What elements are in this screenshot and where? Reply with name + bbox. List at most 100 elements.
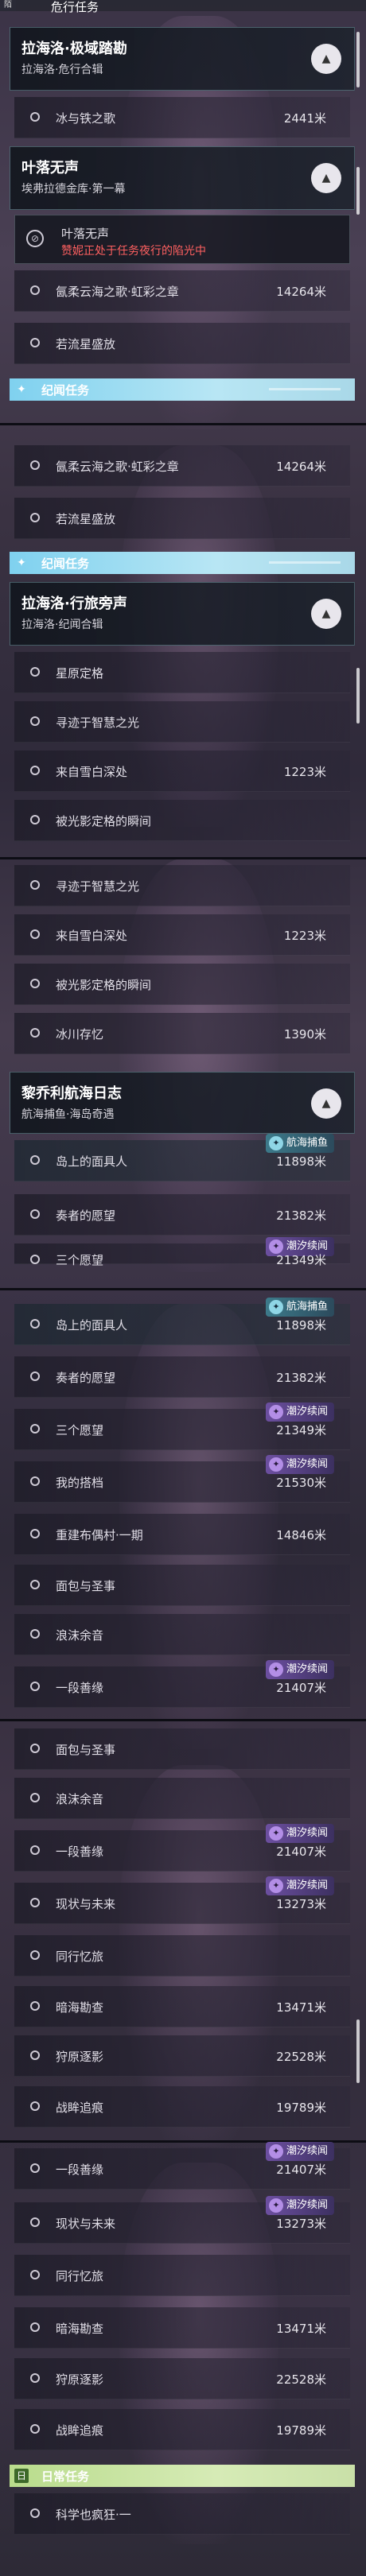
quest-step-row[interactable]: 寻迹于智慧之光 [14, 865, 350, 906]
step-label: 冰川存忆 [56, 1027, 104, 1042]
quest-card[interactable]: 叶落无声 埃弗拉德金库·第一幕 ▲ [10, 146, 355, 210]
quest-step-row[interactable]: 奏者的愿望 21382米 [14, 1356, 350, 1398]
step-distance: 1223米 [283, 929, 326, 943]
quest-card[interactable]: 拉海洛·行旅旁声 拉海洛·纪闻合辑 ▲ [10, 582, 355, 646]
event-tag: ✦ 航海捕鱼 [265, 1134, 334, 1153]
step-label: 狩原逐影 [56, 2050, 104, 2064]
section-header-jiwen[interactable]: ✦ 纪闻任务 [10, 552, 355, 574]
quest-step-row[interactable]: 寻迹于智慧之光 [14, 701, 350, 743]
step-label: 岛上的面具人 [56, 1318, 128, 1333]
event-tag: ✦ 潮汐续闻 [265, 1660, 334, 1679]
quest-step-row[interactable]: ✦ 潮汐续闻 现状与未来 13273米 [14, 2196, 350, 2244]
step-radio-icon [30, 1255, 40, 1264]
step-radio-icon [30, 1319, 40, 1329]
step-radio-icon [30, 112, 40, 122]
collapse-toggle-icon[interactable]: ▲ [311, 1088, 341, 1119]
tag-label: 潮汐续闻 [286, 1406, 328, 1418]
quest-step-row[interactable]: 若流星盛放 [14, 498, 350, 539]
step-distance: 13471米 [276, 2000, 326, 2015]
quest-step-row[interactable]: ✦ 潮汐续闻 一段善缘 21407米 [14, 1660, 350, 1708]
task-category-title: 危行任务 [51, 0, 99, 14]
quest-step-row[interactable]: 奏者的愿望 21382米 [14, 1194, 350, 1236]
tide-icon: ✦ [268, 1826, 283, 1841]
collapse-toggle-icon[interactable]: ▲ [311, 599, 341, 629]
frame-divider [0, 1288, 366, 1290]
quest-title: 拉海洛·行旅旁声 [21, 596, 127, 612]
scrollbar[interactable] [356, 32, 360, 87]
quest-step-row[interactable]: 星原定格 [14, 652, 350, 693]
quest-step-row[interactable]: 狩原逐影 22528米 [14, 2358, 350, 2399]
quest-step-row[interactable]: ✦ 潮汐续闻 三个愿望 21349米 [14, 1402, 350, 1450]
event-tag: ✦ 潮汐续闻 [265, 1876, 334, 1895]
step-distance: 19789米 [276, 2423, 326, 2438]
quest-step-row[interactable]: 被光影定格的瞬间 [14, 964, 350, 1005]
quest-step-row[interactable]: 氤柔云海之歌·虹彩之章 14264米 [14, 270, 350, 312]
quest-step-row[interactable]: 来自雪白深处 1223米 [14, 751, 350, 792]
step-radio-icon [30, 1155, 40, 1165]
quest-step-row[interactable]: 浪沫余音 [14, 1614, 350, 1655]
step-distance: 19789米 [276, 2101, 326, 2115]
step-label: 寻迹于智慧之光 [56, 716, 140, 730]
quest-step-row[interactable]: 战眸追痕 19789米 [14, 2086, 350, 2128]
quest-step-row[interactable]: 冰川存忆 1390米 [14, 1013, 350, 1054]
quest-step-row[interactable]: ✦ 潮汐续闻 一段善缘 21407米 [14, 1824, 350, 1872]
scrollbar[interactable] [356, 668, 360, 724]
quest-step-row[interactable]: ✦ 潮汐续闻 我的搭档 21530米 [14, 1455, 350, 1503]
quest-step-row[interactable]: 同行忆旅 [14, 1935, 350, 1977]
quest-step-row[interactable]: 面包与圣事 [14, 1565, 350, 1606]
step-label: 暗海勘查 [56, 2322, 104, 2336]
quest-step-row[interactable]: 若流星盛放 [14, 323, 350, 364]
step-label: 一段善缘 [56, 1845, 104, 1859]
quest-step-row[interactable]: 来自雪白深处 1223米 [14, 914, 350, 956]
step-radio-icon [30, 815, 40, 824]
tag-label: 航海捕鱼 [286, 1301, 328, 1313]
step-label: 三个愿望 [56, 1423, 104, 1437]
step-label: 被光影定格的瞬间 [56, 978, 152, 992]
step-radio-icon [30, 460, 40, 470]
step-radio-icon [30, 667, 40, 677]
fishing-icon: ✦ [268, 1136, 283, 1150]
step-label: 同行忆旅 [56, 1949, 104, 1964]
section-header-daily[interactable]: 日 日常任务 [10, 2465, 355, 2487]
collapse-toggle-icon[interactable]: ▲ [311, 44, 341, 74]
quest-step-row[interactable]: 暗海勘查 13471米 [14, 1986, 350, 2027]
step-radio-icon [30, 1476, 40, 1486]
step-distance: 21349米 [276, 1423, 326, 1437]
collapse-toggle-icon[interactable]: ▲ [311, 163, 341, 193]
tag-label: 潮汐续闻 [286, 1880, 328, 1891]
quest-step-row[interactable]: 同行忆旅 [14, 2255, 350, 2296]
step-label: 岛上的面具人 [56, 1154, 128, 1169]
quest-step-row[interactable]: 科学也疯狂·一 [14, 2493, 350, 2535]
step-radio-icon [30, 2508, 40, 2518]
step-radio-icon [30, 1629, 40, 1639]
quest-step-row[interactable]: ✦ 潮汐续闻 一段善缘 21407米 [14, 2142, 350, 2190]
daily-icon: 日 [14, 2469, 29, 2483]
step-label: 战眸追痕 [56, 2101, 104, 2115]
quest-step-row[interactable]: ✦ 潮汐续闻 现状与未来 13273米 [14, 1876, 350, 1924]
scrollbar[interactable] [356, 2019, 360, 2083]
quest-step-row[interactable]: 狩原逐影 22528米 [14, 2035, 350, 2077]
quest-step-row[interactable]: ✦ 航海捕鱼 岛上的面具人 11898米 [14, 1134, 350, 1181]
section-title: 日常任务 [41, 2469, 90, 2484]
quest-step-row[interactable]: 被光影定格的瞬间 [14, 800, 350, 841]
quest-card[interactable]: 拉海洛·极域踏勘 拉海洛·危行合辑 ▲ [10, 27, 355, 91]
quest-step-row[interactable]: 暗海勘查 13471米 [14, 2307, 350, 2349]
quest-step-row[interactable]: 浪沫余音 [14, 1778, 350, 1819]
quest-step-row[interactable]: 战眸追痕 19789米 [14, 2409, 350, 2450]
quest-card[interactable]: 黎乔利航海日志 航海捕鱼·海岛奇遇 ▲ [10, 1072, 355, 1134]
quest-step-row[interactable]: 重建布偶村·一期 14846米 [14, 1514, 350, 1555]
quest-subtitle: 航海捕鱼·海岛奇遇 [21, 1108, 115, 1121]
event-tag: ✦ 潮汐续闻 [265, 1402, 334, 1422]
quest-step-row[interactable]: ✦ 潮汐续闻 三个愿望 21349米 [14, 1237, 350, 1267]
quest-step-row[interactable]: 氤柔云海之歌·虹彩之章 14264米 [14, 445, 350, 487]
event-tag: ✦ 潮汐续闻 [265, 2142, 334, 2161]
scrollbar[interactable] [356, 167, 360, 215]
step-distance: 13471米 [276, 2322, 326, 2336]
quest-step-row[interactable]: 面包与圣事 [14, 1728, 350, 1770]
quest-step-row[interactable]: ✦ 航海捕鱼 岛上的面具人 11898米 [14, 1298, 350, 1345]
quest-step-row[interactable]: 冰与铁之歌 2441米 [14, 97, 350, 138]
section-header-jiwen[interactable]: ✦ 纪闻任务 [10, 378, 355, 401]
step-distance: 21407米 [276, 2163, 326, 2177]
step-distance: 2441米 [283, 111, 326, 126]
step-label: 氤柔云海之歌·虹彩之章 [56, 285, 179, 299]
